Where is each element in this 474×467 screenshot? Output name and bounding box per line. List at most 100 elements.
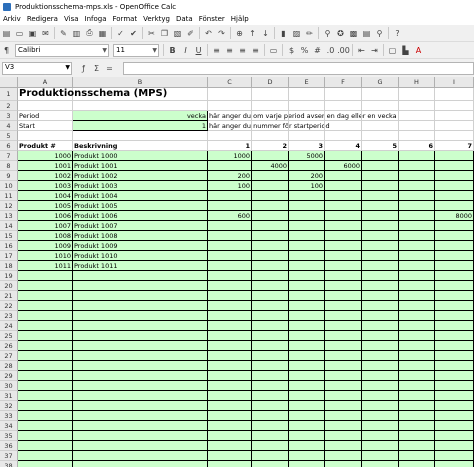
cell-a23[interactable] bbox=[18, 311, 73, 321]
cell-h7[interactable] bbox=[399, 151, 435, 161]
cell-h6[interactable]: 6 bbox=[399, 141, 435, 151]
cell-f7[interactable] bbox=[325, 151, 362, 161]
cell-e1[interactable] bbox=[289, 88, 325, 101]
cell-c19[interactable] bbox=[208, 271, 252, 281]
cell-f14[interactable] bbox=[325, 221, 362, 231]
cell-c17[interactable] bbox=[208, 251, 252, 261]
cell-g30[interactable] bbox=[362, 381, 399, 391]
cell-i10[interactable] bbox=[435, 181, 474, 191]
cell-b23[interactable] bbox=[73, 311, 208, 321]
cell-d20[interactable] bbox=[252, 281, 289, 291]
cell-e24[interactable] bbox=[289, 321, 325, 331]
zoom-icon[interactable]: ⚲ bbox=[374, 28, 385, 39]
row-header[interactable]: 19 bbox=[0, 271, 18, 281]
cell-d11[interactable] bbox=[252, 191, 289, 201]
cell-d35[interactable] bbox=[252, 431, 289, 441]
cell-g15[interactable] bbox=[362, 231, 399, 241]
cell-i24[interactable] bbox=[435, 321, 474, 331]
cell-g19[interactable] bbox=[362, 271, 399, 281]
cell-c26[interactable] bbox=[208, 341, 252, 351]
cell-i37[interactable] bbox=[435, 451, 474, 461]
cell-c30[interactable] bbox=[208, 381, 252, 391]
bold-icon[interactable]: B bbox=[167, 45, 178, 56]
undo-icon[interactable]: ↶ bbox=[203, 28, 214, 39]
cell-d23[interactable] bbox=[252, 311, 289, 321]
cell-c35[interactable] bbox=[208, 431, 252, 441]
cell-c1[interactable] bbox=[208, 88, 252, 101]
cell-g17[interactable] bbox=[362, 251, 399, 261]
cell-f19[interactable] bbox=[325, 271, 362, 281]
cell-a32[interactable] bbox=[18, 401, 73, 411]
cell-g14[interactable] bbox=[362, 221, 399, 231]
cell-i32[interactable] bbox=[435, 401, 474, 411]
cell-g5[interactable] bbox=[362, 131, 399, 141]
save-icon[interactable]: ▣ bbox=[27, 28, 38, 39]
cell-c36[interactable] bbox=[208, 441, 252, 451]
cell-f32[interactable] bbox=[325, 401, 362, 411]
cell-b32[interactable] bbox=[73, 401, 208, 411]
column-header-d[interactable]: D bbox=[252, 77, 289, 87]
cell-h26[interactable] bbox=[399, 341, 435, 351]
paste-icon[interactable]: ▧ bbox=[172, 28, 183, 39]
cell-d2[interactable] bbox=[252, 101, 289, 111]
cell-g2[interactable] bbox=[362, 101, 399, 111]
cell-b14[interactable]: Produkt 1007 bbox=[73, 221, 208, 231]
help-icon[interactable]: ? bbox=[392, 28, 403, 39]
cell-d33[interactable] bbox=[252, 411, 289, 421]
cell-e16[interactable] bbox=[289, 241, 325, 251]
navigator-icon[interactable]: ✪ bbox=[335, 28, 346, 39]
cell-e19[interactable] bbox=[289, 271, 325, 281]
increase-indent-icon[interactable]: ⇥ bbox=[369, 45, 380, 56]
cell-e7[interactable]: 5000 bbox=[289, 151, 325, 161]
cell-a19[interactable] bbox=[18, 271, 73, 281]
cell-e10[interactable]: 100 bbox=[289, 181, 325, 191]
cell-h31[interactable] bbox=[399, 391, 435, 401]
open-folder-icon[interactable]: ▭ bbox=[14, 28, 25, 39]
cell-g10[interactable] bbox=[362, 181, 399, 191]
cell-g20[interactable] bbox=[362, 281, 399, 291]
cell-h3[interactable] bbox=[399, 111, 435, 121]
cell-f26[interactable] bbox=[325, 341, 362, 351]
cell-h2[interactable] bbox=[399, 101, 435, 111]
cell-i22[interactable] bbox=[435, 301, 474, 311]
cell-b3[interactable]: vecka bbox=[73, 111, 208, 121]
row-header[interactable]: 12 bbox=[0, 201, 18, 211]
cell-h9[interactable] bbox=[399, 171, 435, 181]
font-color-icon[interactable]: A bbox=[413, 45, 424, 56]
cell-a18[interactable]: 1011 bbox=[18, 261, 73, 271]
cell-d17[interactable] bbox=[252, 251, 289, 261]
font-name-select[interactable]: Calibri ▼ bbox=[15, 43, 109, 57]
pivot-icon[interactable]: ▨ bbox=[291, 28, 302, 39]
cell-h12[interactable] bbox=[399, 201, 435, 211]
cell-b16[interactable]: Produkt 1009 bbox=[73, 241, 208, 251]
underline-icon[interactable]: U bbox=[193, 45, 204, 56]
cell-e22[interactable] bbox=[289, 301, 325, 311]
cell-g13[interactable] bbox=[362, 211, 399, 221]
cell-a8[interactable]: 1001 bbox=[18, 161, 73, 171]
function-wizard-icon[interactable]: ƒ bbox=[78, 63, 89, 74]
cell-c22[interactable] bbox=[208, 301, 252, 311]
menu-arkiv[interactable]: Arkiv bbox=[3, 15, 21, 23]
cell-f28[interactable] bbox=[325, 361, 362, 371]
spreadsheet-grid[interactable]: A B C D E F G H I 1 Produktionsschema (MP… bbox=[0, 77, 474, 467]
cell-d19[interactable] bbox=[252, 271, 289, 281]
cell-g6[interactable]: 5 bbox=[362, 141, 399, 151]
cell-f12[interactable] bbox=[325, 201, 362, 211]
cell-c25[interactable] bbox=[208, 331, 252, 341]
cell-f5[interactable] bbox=[325, 131, 362, 141]
column-header-h[interactable]: H bbox=[399, 77, 435, 87]
cell-a1[interactable]: Produktionsschema (MPS) bbox=[18, 88, 167, 101]
cell-a13[interactable]: 1006 bbox=[18, 211, 73, 221]
align-left-icon[interactable]: ≡ bbox=[211, 45, 222, 56]
row-header[interactable]: 20 bbox=[0, 281, 18, 291]
cell-f35[interactable] bbox=[325, 431, 362, 441]
cell-i2[interactable] bbox=[435, 101, 474, 111]
cell-d16[interactable] bbox=[252, 241, 289, 251]
cell-d3[interactable] bbox=[252, 111, 289, 121]
cell-i34[interactable] bbox=[435, 421, 474, 431]
cell-c5[interactable] bbox=[208, 131, 252, 141]
cell-a20[interactable] bbox=[18, 281, 73, 291]
cell-c20[interactable] bbox=[208, 281, 252, 291]
email-icon[interactable]: ✉ bbox=[40, 28, 51, 39]
cell-g11[interactable] bbox=[362, 191, 399, 201]
